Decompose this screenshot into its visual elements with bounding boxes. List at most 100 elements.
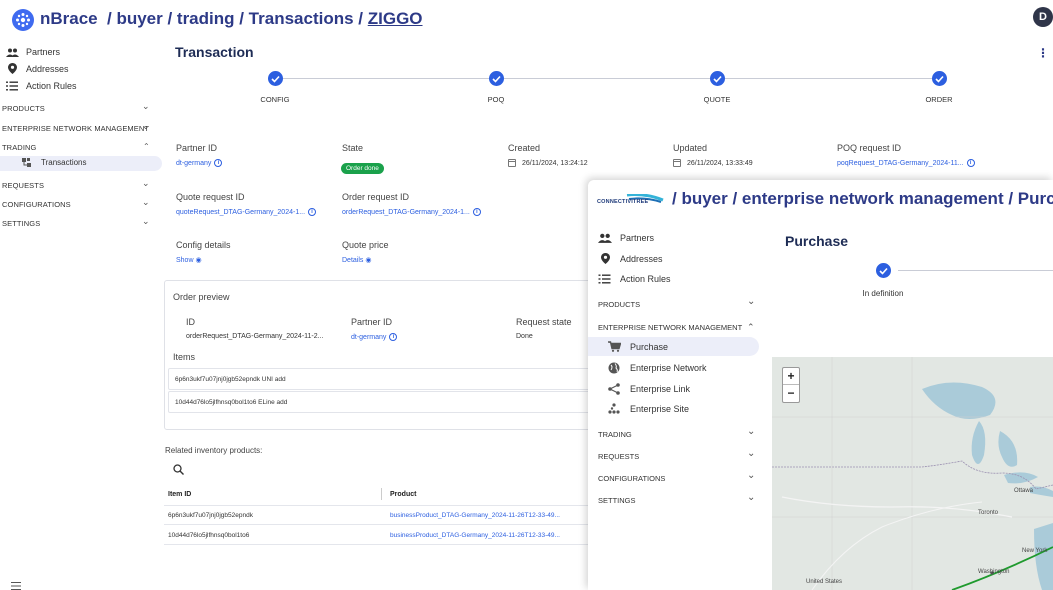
more-options-icon[interactable]: ⋮: [1037, 46, 1049, 60]
info-icon[interactable]: i: [308, 208, 317, 216]
chevron-down-icon[interactable]: ⌄: [142, 101, 150, 112]
map-view[interactable]: + − Ottawa Toronto New York Washington U…: [772, 357, 1053, 590]
map-zoom-in-button[interactable]: +: [783, 368, 799, 385]
sidebar-section-products[interactable]: PRODUCTS: [2, 104, 45, 113]
overlay-sidebar-item-addresses[interactable]: Addresses: [601, 253, 663, 264]
overlay-section-enterprise-network-management[interactable]: ENTERPRISE NETWORK MANAGEMENT: [598, 323, 742, 332]
chevron-down-icon[interactable]: ⌄: [142, 178, 150, 189]
menu-icon[interactable]: [11, 577, 21, 590]
list-item[interactable]: 6p6n3ukf7u07jnj0jgb52epndk UNI add: [168, 368, 593, 390]
chevron-down-icon[interactable]: ⌄: [142, 216, 150, 227]
brand-name[interactable]: nBrace: [40, 9, 98, 29]
order-partner-id-link[interactable]: dt-germany: [351, 334, 386, 341]
quote-request-id-label: Quote request ID: [176, 192, 245, 202]
sidebar-section-settings[interactable]: SETTINGS: [2, 219, 40, 228]
nbrace-logo-icon[interactable]: [12, 9, 34, 31]
poq-request-id-value[interactable]: poqRequest_DTAG-Germany_2024-11... i: [837, 159, 975, 167]
quote-price-label: Quote price: [342, 240, 389, 250]
info-icon[interactable]: i: [472, 208, 481, 216]
poq-request-id-label: POQ request ID: [837, 143, 902, 153]
order-preview-title: Order preview: [173, 292, 230, 302]
overlay-sidebar-item-enterprise-site[interactable]: Enterprise Site: [608, 403, 689, 415]
overlay-sidebar-item-partners[interactable]: Partners: [598, 233, 654, 243]
quote-request-id-link[interactable]: quoteRequest_DTAG-Germany_2024-1...: [176, 209, 305, 216]
list-icon: [598, 274, 611, 284]
map-zoom-out-button[interactable]: −: [783, 385, 799, 402]
overlay-section-settings[interactable]: SETTINGS: [598, 496, 636, 505]
poq-request-id-link[interactable]: poqRequest_DTAG-Germany_2024-11...: [837, 160, 964, 167]
order-request-id-link[interactable]: orderRequest_DTAG-Germany_2024-1...: [342, 209, 470, 216]
order-partner-id-value[interactable]: dt-germany i: [351, 333, 398, 341]
quote-price-details[interactable]: Details ◉: [342, 256, 371, 264]
table-cell-product-link[interactable]: businessProduct_DTAG-Germany_2024-11-26T…: [390, 532, 560, 539]
order-request-id-value[interactable]: orderRequest_DTAG-Germany_2024-1... i: [342, 208, 481, 216]
sidebar-item-label: Enterprise Link: [630, 384, 691, 394]
transactions-icon: [22, 158, 31, 167]
sidebar-item-action-rules[interactable]: Action Rules: [6, 81, 77, 91]
step-poq-check-icon[interactable]: [489, 71, 504, 86]
info-icon[interactable]: i: [214, 159, 223, 167]
breadcrumb-path[interactable]: / buyer / trading / Transactions /: [107, 9, 368, 28]
sidebar-section-requests[interactable]: REQUESTS: [2, 181, 44, 190]
overlay-section-products[interactable]: PRODUCTS: [598, 300, 640, 309]
step-config-check-icon[interactable]: [268, 71, 283, 86]
chevron-down-icon[interactable]: ⌄: [747, 470, 755, 481]
sidebar-item-addresses[interactable]: Addresses: [8, 63, 69, 74]
step-in-definition-check-icon[interactable]: [876, 263, 891, 278]
eye-icon[interactable]: ◉: [365, 257, 371, 264]
step-label-config: CONFIG: [260, 95, 290, 104]
info-icon[interactable]: i: [966, 159, 975, 167]
column-header-product[interactable]: Product: [390, 491, 416, 498]
sidebar-item-label: Partners: [620, 233, 655, 243]
chevron-down-icon[interactable]: ⌄: [142, 197, 150, 208]
sidebar-item-transactions[interactable]: Transactions: [22, 158, 87, 167]
sidebar-section-configurations[interactable]: CONFIGURATIONS: [2, 200, 71, 209]
info-icon[interactable]: i: [389, 333, 398, 341]
chevron-down-icon[interactable]: ⌄: [142, 121, 150, 132]
chevron-up-icon[interactable]: ⌃: [747, 322, 755, 333]
config-details-show[interactable]: Show ◉: [176, 256, 202, 264]
created-date: 26/11/2024, 13:24:12: [522, 159, 588, 167]
sidebar-section-trading[interactable]: TRADING: [2, 143, 36, 152]
quote-request-id-value[interactable]: quoteRequest_DTAG-Germany_2024-1... i: [176, 208, 317, 216]
partner-id-value[interactable]: dt-germany i: [176, 159, 223, 167]
overlay-section-requests[interactable]: REQUESTS: [598, 452, 639, 461]
quote-price-link[interactable]: Details: [342, 257, 363, 264]
search-icon[interactable]: [173, 462, 184, 480]
breadcrumb-current-link[interactable]: ZIGGO: [368, 9, 423, 28]
table-divider: [164, 505, 594, 506]
order-partner-id-label: Partner ID: [351, 317, 393, 327]
connectivitree-logo[interactable]: CONNECTIVITREE: [597, 193, 665, 212]
table-divider: [164, 524, 594, 525]
eye-icon[interactable]: ◉: [195, 257, 201, 264]
stepper-connector: [725, 78, 932, 79]
step-order-check-icon[interactable]: [932, 71, 947, 86]
sidebar-item-partners[interactable]: Partners: [6, 47, 60, 57]
chevron-down-icon[interactable]: ⌄: [747, 448, 755, 459]
overlay-sidebar-item-action-rules[interactable]: Action Rules: [598, 274, 671, 284]
partner-id-link[interactable]: dt-germany: [176, 160, 211, 167]
overlay-section-configurations[interactable]: CONFIGURATIONS: [598, 474, 665, 483]
overlay-sidebar-item-purchase[interactable]: Purchase: [608, 341, 668, 352]
config-details-link[interactable]: Show: [176, 257, 194, 264]
overlay-sidebar-item-enterprise-link[interactable]: Enterprise Link: [608, 383, 690, 395]
chevron-up-icon[interactable]: ⌃: [143, 142, 150, 151]
overlay-sidebar-item-enterprise-network[interactable]: Enterprise Network: [608, 362, 707, 374]
avatar[interactable]: D: [1033, 7, 1053, 27]
status-badge: Order done: [341, 157, 384, 175]
column-header-item-id[interactable]: Item ID: [168, 491, 191, 498]
table-cell-product-link[interactable]: businessProduct_DTAG-Germany_2024-11-26T…: [390, 512, 560, 519]
created-value: 26/11/2024, 13:24:12: [508, 159, 588, 167]
step-quote-check-icon[interactable]: [710, 71, 725, 86]
chevron-down-icon[interactable]: ⌄: [747, 296, 755, 307]
sidebar-item-label: Partners: [26, 47, 61, 57]
sidebar-section-enterprise-network-management[interactable]: ENTERPRISE NETWORK MANAGEMENT: [2, 124, 149, 133]
overlay-section-trading[interactable]: TRADING: [598, 430, 632, 439]
order-id-label: ID: [186, 317, 195, 327]
chevron-down-icon[interactable]: ⌄: [747, 492, 755, 503]
item-text: 6p6n3ukf7u07jnj0jgb52epndk UNI add: [175, 375, 286, 383]
sidebar-item-label: Transactions: [41, 158, 87, 167]
overlay-breadcrumb[interactable]: / buyer / enterprise network management …: [672, 189, 1053, 209]
chevron-down-icon[interactable]: ⌄: [747, 426, 755, 437]
list-item[interactable]: 10d44d76lo5jlfhnsq0bol1to6 ELine add: [168, 391, 593, 413]
